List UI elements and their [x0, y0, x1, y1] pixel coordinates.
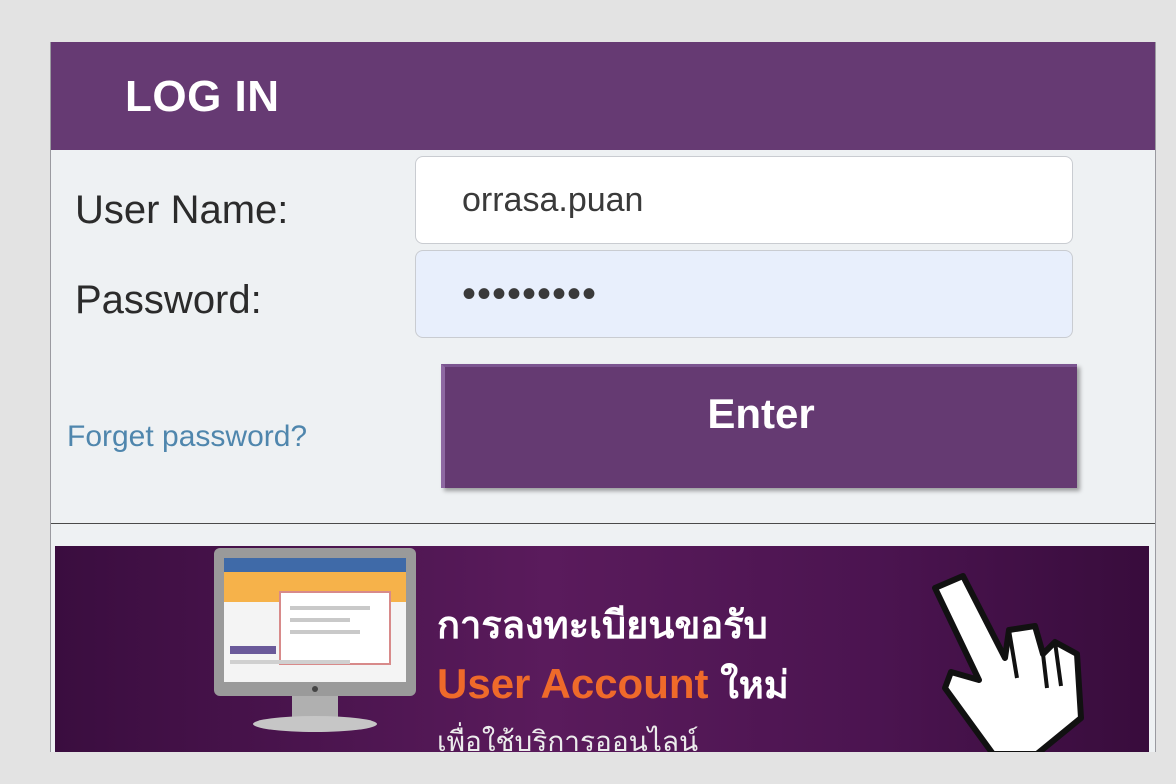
- banner-user-account-text: User Account: [437, 660, 709, 707]
- banner-line2: User Account ใหม่: [437, 654, 789, 715]
- banner-new-text: ใหม่: [720, 665, 789, 707]
- banner-line3: เพื่อใช้บริการออนไลน์: [437, 726, 699, 752]
- login-title: LOG IN: [125, 72, 280, 121]
- register-account-banner[interactable]: การลงทะเบียนขอรับ User Account ใหม่ เพื่…: [55, 546, 1149, 752]
- password-label: Password:: [75, 278, 262, 322]
- pointer-hand-icon: [932, 573, 1084, 752]
- monitor-icon: [214, 548, 416, 732]
- password-input[interactable]: [415, 250, 1073, 338]
- banner-line1: การลงทะเบียนขอรับ: [437, 605, 768, 647]
- divider: [51, 523, 1155, 524]
- forgot-password-link[interactable]: Forget password?: [67, 420, 307, 454]
- login-header: LOG IN: [51, 42, 1155, 150]
- enter-button[interactable]: Enter: [441, 364, 1077, 488]
- username-label: User Name:: [75, 188, 289, 232]
- login-panel: LOG IN User Name: Password: Forget passw…: [50, 42, 1156, 752]
- username-input[interactable]: [415, 156, 1073, 244]
